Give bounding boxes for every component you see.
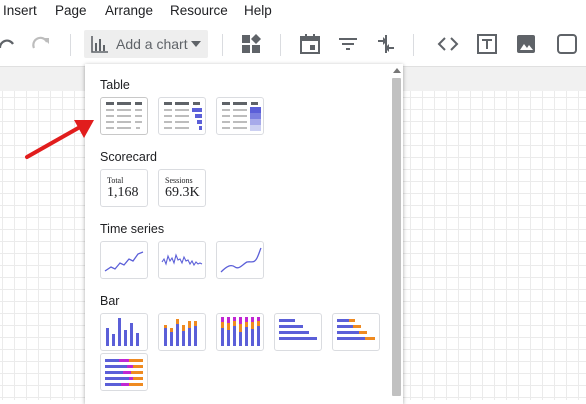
scrollbar-thumb[interactable] xyxy=(392,78,401,396)
chart-option-scorecard-compact[interactable]: Sessions 69.3K xyxy=(158,169,206,207)
chart-option-table[interactable] xyxy=(100,97,148,135)
section-title-table: Table xyxy=(100,78,130,92)
chart-picker-dropdown: Table Scorecard Total 1,168 Sessions 69.… xyxy=(85,64,403,404)
menu-arrange[interactable]: Arrange xyxy=(105,3,153,18)
scorecard-value: 69.3K xyxy=(165,185,200,200)
annotation-arrow-icon xyxy=(25,120,94,159)
undo-icon[interactable] xyxy=(0,32,18,56)
chart-option-100-stacked-column[interactable] xyxy=(216,313,264,351)
add-chart-label: Add a chart xyxy=(116,36,188,52)
menu-help[interactable]: Help xyxy=(244,3,272,18)
add-component-icon[interactable] xyxy=(239,32,263,56)
scroll-up-icon[interactable] xyxy=(393,68,401,73)
calendar-icon[interactable] xyxy=(298,32,322,56)
chart-option-scorecard[interactable]: Total 1,168 xyxy=(100,169,148,207)
toolbar-divider xyxy=(222,34,223,56)
scorecard-value: 1,168 xyxy=(107,185,139,200)
code-icon[interactable] xyxy=(436,32,460,56)
chart-option-stacked-bar[interactable] xyxy=(332,313,380,351)
section-title-timeseries: Time series xyxy=(100,222,165,236)
section-title-bar: Bar xyxy=(100,294,120,308)
menu-resource[interactable]: Resource xyxy=(170,3,228,18)
chart-option-timeseries[interactable] xyxy=(100,241,148,279)
shape-icon[interactable] xyxy=(555,32,579,56)
chart-option-stacked-column[interactable] xyxy=(158,313,206,351)
text-box-icon[interactable] xyxy=(475,32,499,56)
chart-option-table-with-bars[interactable] xyxy=(158,97,206,135)
chart-option-100-stacked-bar[interactable] xyxy=(100,353,148,391)
toolbar-divider xyxy=(70,34,71,56)
sort-icon[interactable] xyxy=(374,32,398,56)
image-icon[interactable] xyxy=(514,32,538,56)
toolbar: Add a chart xyxy=(0,22,586,67)
menu-bar: Insert Page Arrange Resource Help xyxy=(0,0,586,22)
chart-option-sparkline[interactable] xyxy=(158,241,206,279)
chart-option-column[interactable] xyxy=(100,313,148,351)
chevron-down-icon xyxy=(191,41,201,47)
redo-icon[interactable] xyxy=(30,32,54,56)
scorecard-label: Sessions xyxy=(165,176,193,185)
menu-insert[interactable]: Insert xyxy=(3,3,37,18)
chart-option-smoothed-timeseries[interactable] xyxy=(216,241,264,279)
toolbar-divider xyxy=(413,34,414,56)
toolbar-divider xyxy=(280,34,281,56)
add-chart-button[interactable]: Add a chart xyxy=(84,30,208,58)
section-title-scorecard: Scorecard xyxy=(100,150,157,164)
chart-option-table-heatmap[interactable] xyxy=(216,97,264,135)
filter-icon[interactable] xyxy=(336,32,360,56)
menu-page[interactable]: Page xyxy=(55,3,87,18)
scorecard-label: Total xyxy=(107,176,124,185)
chart-option-bar[interactable] xyxy=(274,313,322,351)
chart-icon xyxy=(91,36,108,53)
